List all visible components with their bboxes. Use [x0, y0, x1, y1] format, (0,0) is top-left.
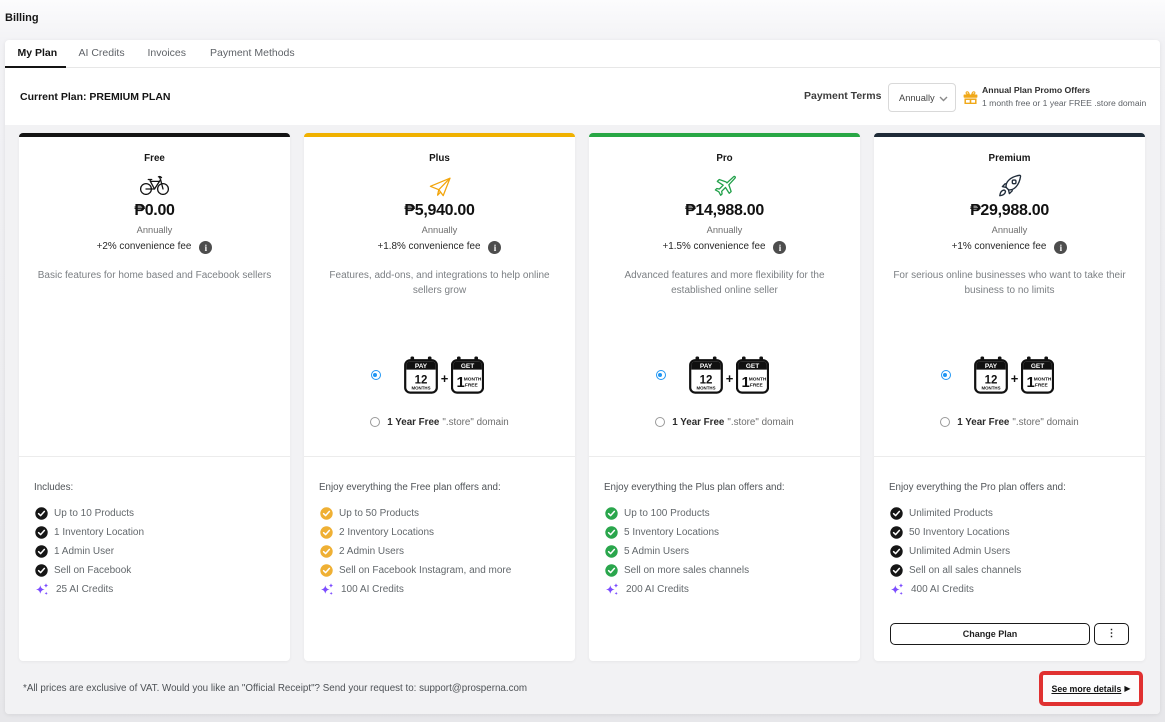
svg-text:MONTH: MONTH [1034, 377, 1052, 383]
svg-text:GET: GET [461, 363, 474, 370]
svg-text:PAY: PAY [415, 363, 428, 370]
svg-text:GET: GET [746, 363, 759, 370]
svg-text:FREE: FREE [465, 383, 479, 389]
svg-text:MONTHS: MONTHS [696, 386, 715, 391]
svg-text:MONTHS: MONTHS [411, 386, 430, 391]
svg-text:PAY: PAY [985, 363, 998, 370]
svg-text:PAY: PAY [700, 363, 713, 370]
svg-text:FREE: FREE [1035, 383, 1049, 389]
svg-text:MONTH: MONTH [749, 377, 767, 383]
svg-text:GET: GET [1031, 363, 1044, 370]
svg-text:MONTHS: MONTHS [981, 386, 1000, 391]
svg-text:MONTH: MONTH [464, 377, 482, 383]
svg-text:FREE: FREE [750, 383, 764, 389]
